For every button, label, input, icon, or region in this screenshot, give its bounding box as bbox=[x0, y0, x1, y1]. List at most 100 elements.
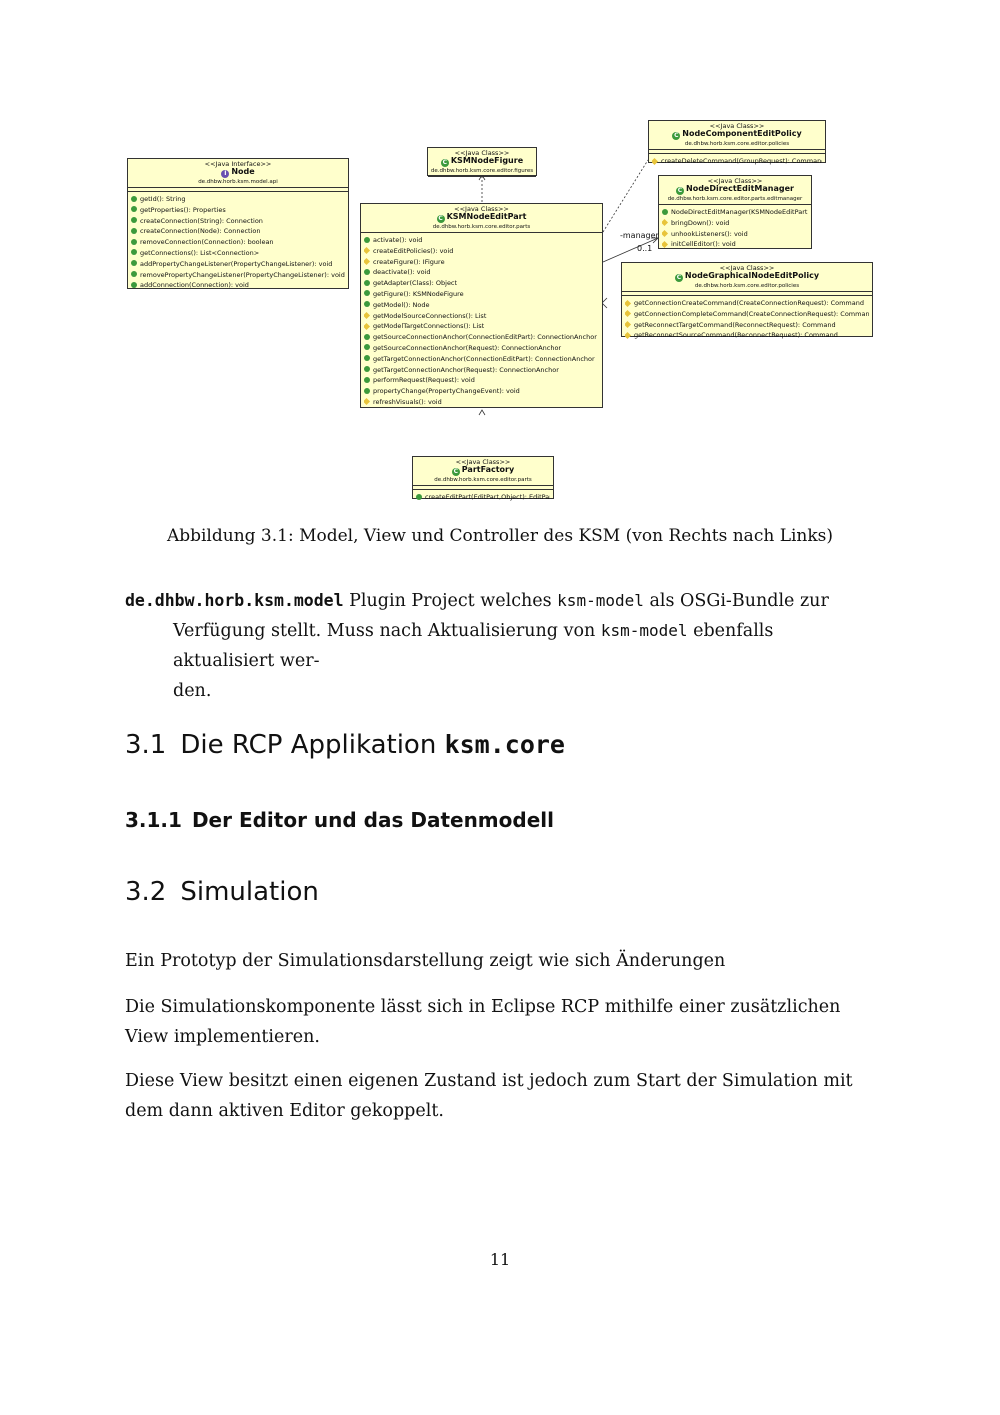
protected-method-icon bbox=[652, 157, 659, 165]
method-signature: createConnection(String): Connection bbox=[140, 216, 263, 225]
section-title-code: ksm.core bbox=[444, 730, 565, 759]
uml-method: getModelSourceConnections(): List bbox=[364, 311, 599, 322]
package-name: de.dhbw.horb.ksm.core.editor.parts bbox=[432, 224, 531, 230]
uml-method: activate(): void bbox=[364, 235, 599, 246]
uml-class-diagram: <<Java Interface>> I Node de.dhbw.horb.ks… bbox=[0, 0, 1000, 510]
uml-method: createDeleteCommand(GroupRequest): Comma… bbox=[652, 156, 822, 167]
uml-method: createEditPolicies(): void bbox=[364, 246, 599, 257]
uml-method: getTargetConnectionAnchor(ConnectionEdit… bbox=[364, 354, 599, 365]
uml-method: createEditPart(EditPart,Object): EditPar… bbox=[416, 492, 550, 503]
arrowhead-partfactory bbox=[478, 409, 486, 416]
definition-text: als OSGi-Bundle zur bbox=[643, 591, 829, 611]
edge-label-multiplicity: 0..1 bbox=[637, 244, 653, 253]
class-name: NodeComponentEditPolicy bbox=[682, 129, 802, 138]
method-signature: createEditPart(EditPart,Object): EditPar… bbox=[425, 493, 550, 501]
section-title: Der Editor und das Datenmodell bbox=[191, 808, 554, 832]
uml-method: getId(): String bbox=[131, 194, 345, 205]
definition-text: Plugin Project welches bbox=[349, 591, 558, 611]
public-method-icon bbox=[131, 217, 137, 224]
uml-method: deactivate(): void bbox=[364, 267, 599, 278]
method-signature: addConnection(Connection): void bbox=[140, 281, 249, 290]
uml-method: getConnections(): List<Connection> bbox=[131, 248, 345, 259]
uml-part-factory: <<Java Class>> C PartFactory de.dhbw.horb… bbox=[412, 456, 554, 501]
paragraph-1: Ein Prototyp der Simulationsdarstellung … bbox=[125, 951, 726, 971]
protected-method-icon bbox=[625, 321, 632, 329]
uml-method: unhookListeners(): void bbox=[662, 229, 808, 240]
uml-method: performRequest(Request): void bbox=[364, 375, 599, 386]
protected-method-icon bbox=[662, 240, 669, 248]
uml-ksm-node-edit-part: <<Java Class>> C KSMNodeEditPart de.dhbw.… bbox=[360, 203, 603, 408]
definition-text: Verfügung stellt. Muss nach Aktualisieru… bbox=[173, 621, 601, 641]
uml-method: createConnection(Node): Connection bbox=[131, 226, 345, 237]
uml-node-direct-edit-manager: <<Java Class>> C NodeDirectEditManager de… bbox=[658, 175, 812, 249]
protected-method-icon bbox=[364, 247, 371, 255]
uml-method: getConnectionCreateCommand(CreateConnect… bbox=[625, 298, 869, 309]
uml-method: initCellEditor(): void bbox=[662, 239, 808, 250]
definition-entry: de.dhbw.horb.ksm.model Plugin Project we… bbox=[125, 586, 877, 706]
section-title: Simulation bbox=[180, 877, 319, 907]
method-signature: getTargetConnectionAnchor(Request): Conn… bbox=[373, 365, 559, 374]
definition-term: de.dhbw.horb.ksm.model bbox=[125, 591, 344, 610]
class-name: Node bbox=[231, 167, 255, 176]
figure-caption: Abbildung 3.1: Model, View und Controlle… bbox=[166, 526, 834, 546]
public-method-icon bbox=[364, 355, 370, 362]
method-signature: addPropertyChangeListener(PropertyChange… bbox=[140, 259, 333, 268]
public-method-icon bbox=[364, 279, 370, 286]
method-list: createDeleteCommand(GroupRequest): Comma… bbox=[649, 154, 825, 169]
method-signature: getConnectionCompleteCommand(CreateConne… bbox=[634, 309, 869, 318]
uml-method: getReconnectSourceCommand(ReconnectReque… bbox=[625, 330, 869, 341]
uml-method: removeConnection(Connection): boolean bbox=[131, 237, 345, 248]
method-signature: getProperties(): Properties bbox=[140, 205, 226, 214]
method-signature: getConnectionCreateCommand(CreateConnect… bbox=[634, 299, 864, 307]
class-name: KSMNodeEditPart bbox=[446, 212, 527, 221]
uml-method: getProperties(): Properties bbox=[131, 205, 345, 216]
method-list: getId(): String getProperties(): Properti… bbox=[128, 192, 348, 293]
public-method-icon bbox=[364, 344, 370, 351]
method-signature: refreshVisuals(): void bbox=[373, 397, 442, 406]
method-list: createEditPart(EditPart,Object): EditPar… bbox=[413, 490, 553, 505]
uml-method: createFigure(): IFigure bbox=[364, 257, 599, 268]
method-list: getConnectionCreateCommand(CreateConnect… bbox=[622, 296, 872, 343]
section-number: 3.2 bbox=[125, 877, 167, 907]
public-method-icon bbox=[364, 376, 370, 383]
public-method-icon bbox=[416, 493, 422, 500]
public-method-icon bbox=[364, 333, 370, 340]
page: <<Java Interface>> I Node de.dhbw.horb.ks… bbox=[0, 0, 1000, 1415]
class-icon: C bbox=[436, 215, 445, 223]
uml-method: getAdapter(Class): Object bbox=[364, 278, 599, 289]
page-number: 11 bbox=[489, 1250, 511, 1269]
section-number: 3.1 bbox=[125, 730, 167, 760]
method-signature: getId(): String bbox=[140, 195, 186, 203]
uml-method: NodeDirectEditManager(KSMNodeEditPart) bbox=[662, 207, 808, 218]
method-signature: removePropertyChangeListener(PropertyCha… bbox=[140, 270, 345, 279]
uml-method: getTargetConnectionAnchor(Request): Conn… bbox=[364, 365, 599, 376]
package-name: de.dhbw.horb.ksm.core.editor.policies bbox=[684, 141, 790, 147]
method-list: NodeDirectEditManager(KSMNodeEditPart) br… bbox=[659, 205, 811, 252]
class-name: NodeDirectEditManager bbox=[686, 184, 794, 193]
uml-method: removePropertyChangeListener(PropertyCha… bbox=[131, 270, 345, 281]
uml-method: createConnection(String): Connection bbox=[131, 216, 345, 227]
uml-ksm-node-figure: <<Java Class>> C KSMNodeFigure de.dhbw.ho… bbox=[427, 147, 537, 177]
protected-method-icon bbox=[625, 299, 632, 307]
class-icon: C bbox=[676, 187, 684, 195]
uml-node-graphical-node-edit-policy: <<Java Class>> C NodeGraphicalNodeEditPol… bbox=[621, 262, 873, 339]
method-signature: getTargetConnectionAnchor(ConnectionEdit… bbox=[373, 354, 595, 363]
class-icon: C bbox=[674, 274, 683, 282]
method-signature: performRequest(Request): void bbox=[373, 376, 475, 385]
protected-method-icon bbox=[364, 312, 371, 320]
uml-method: getConnectionCompleteCommand(CreateConne… bbox=[625, 309, 869, 320]
uml-method: getSourceConnectionAnchor(Request): Conn… bbox=[364, 343, 599, 354]
public-method-icon bbox=[364, 301, 370, 308]
protected-method-icon bbox=[662, 230, 669, 238]
method-signature: removeConnection(Connection): boolean bbox=[140, 238, 274, 247]
class-name: NodeGraphicalNodeEditPolicy bbox=[684, 271, 820, 280]
section-title: Die RCP Applikation bbox=[180, 730, 445, 760]
uml-node-interface: <<Java Interface>> I Node de.dhbw.horb.ks… bbox=[127, 158, 349, 289]
method-signature: initCellEditor(): void bbox=[671, 240, 736, 249]
definition-line-3: den. bbox=[173, 681, 212, 701]
method-list: activate(): void createEditPolicies(): vo… bbox=[361, 233, 602, 410]
public-method-icon bbox=[131, 249, 137, 256]
protected-method-icon bbox=[625, 310, 632, 318]
method-signature: getSourceConnectionAnchor(Request): Conn… bbox=[373, 343, 562, 352]
method-signature: getAdapter(Class): Object bbox=[373, 279, 458, 288]
